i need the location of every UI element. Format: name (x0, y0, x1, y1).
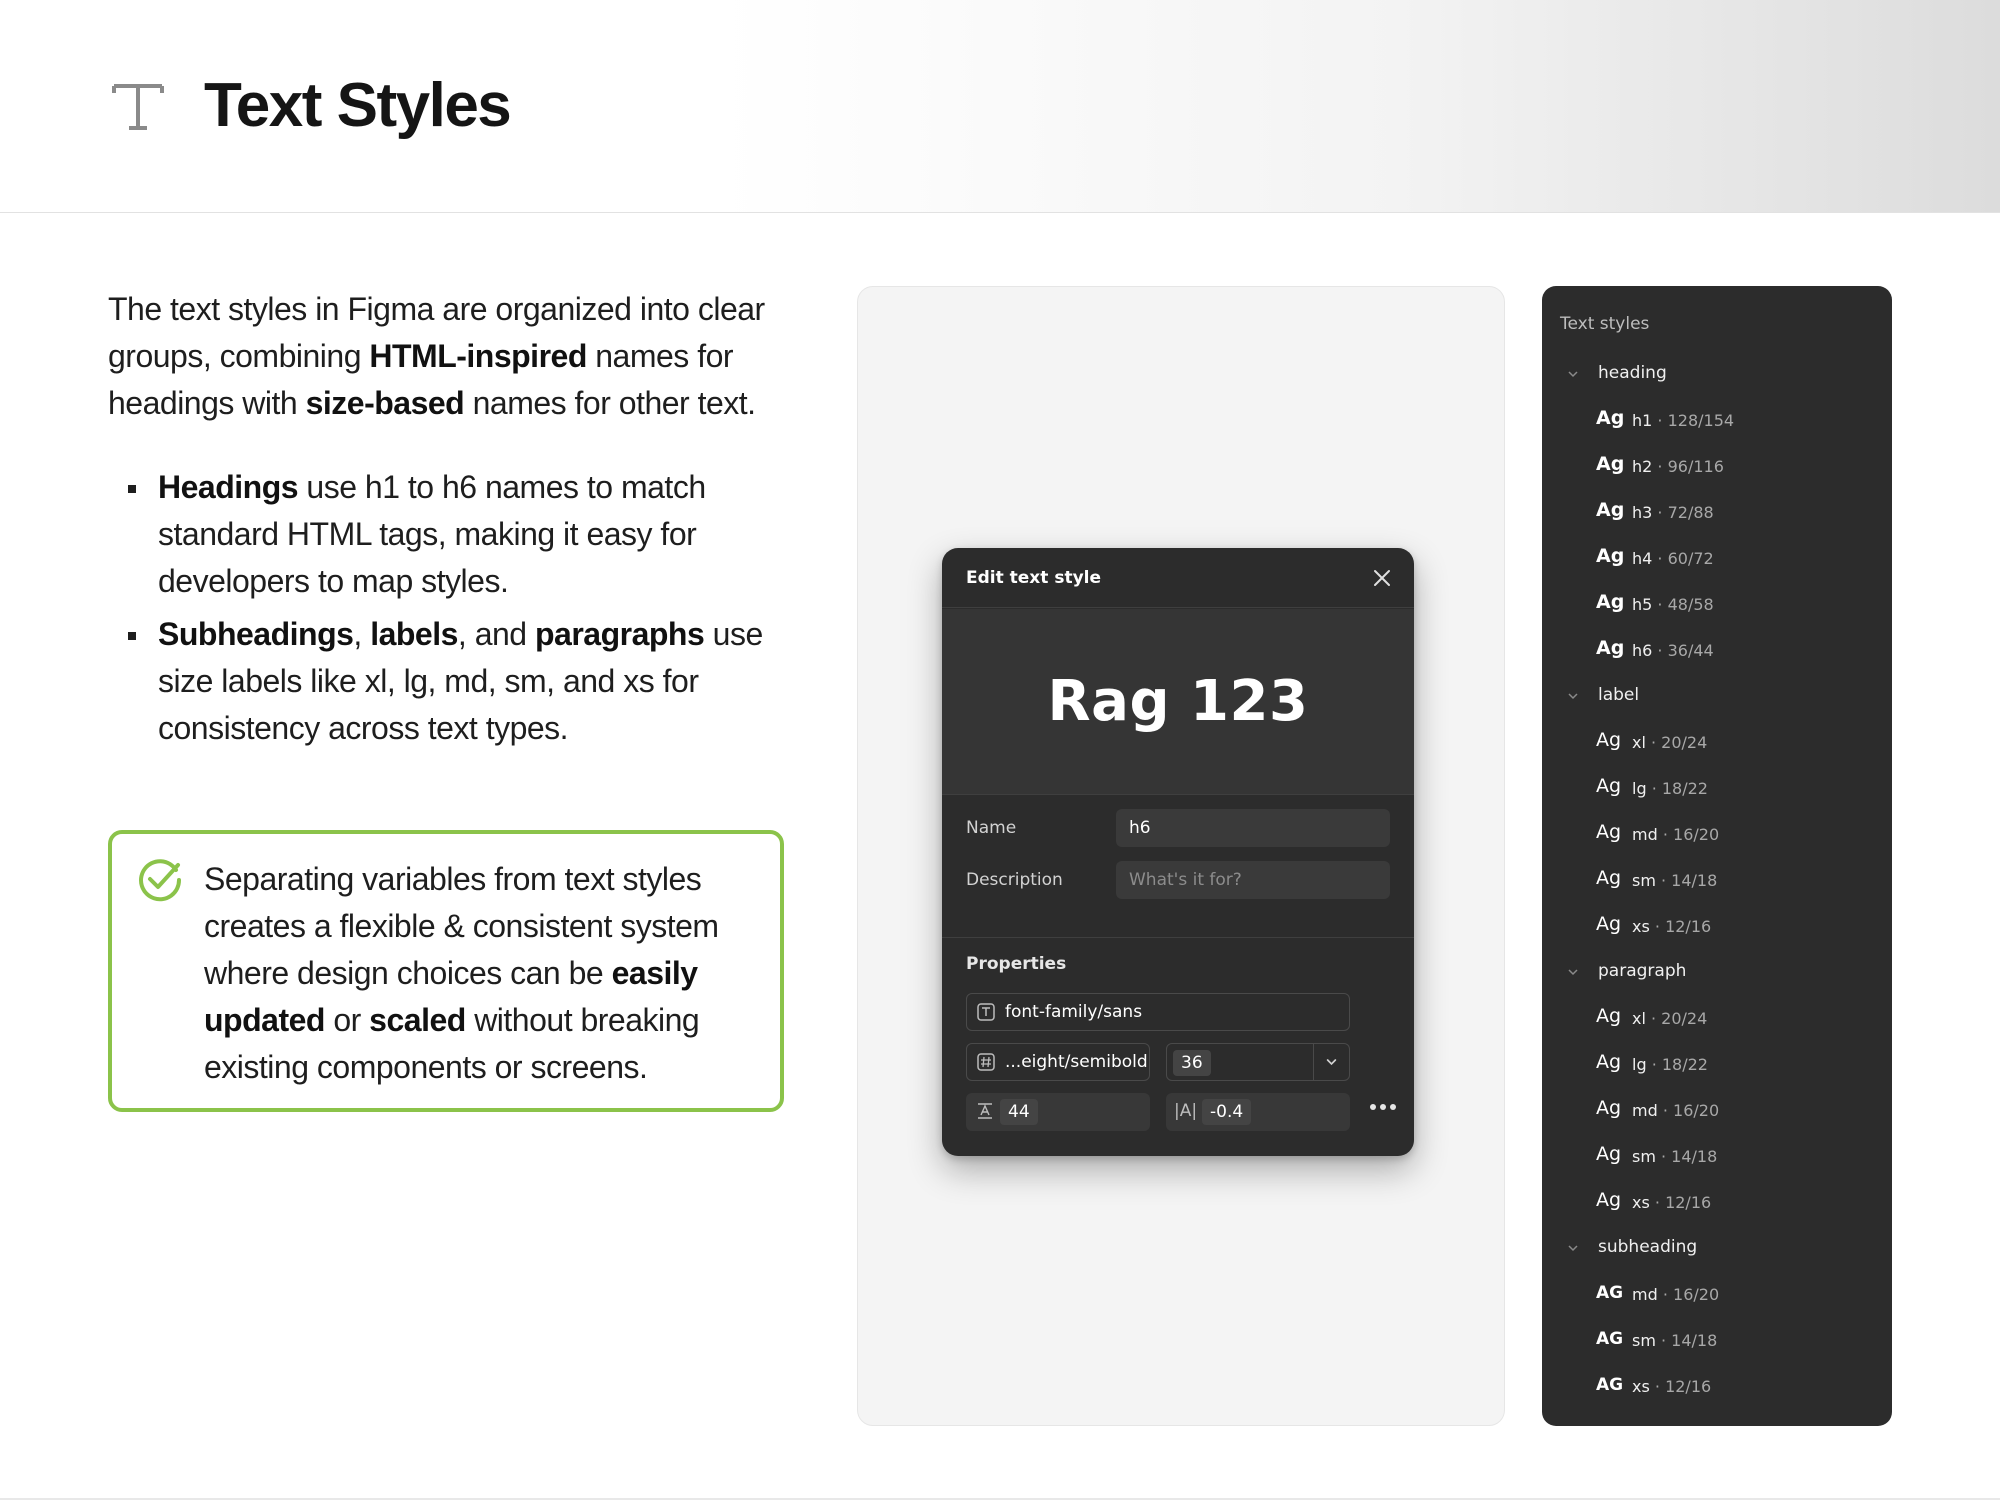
style-item[interactable]: Ag sm · 14/18 (1542, 865, 1892, 895)
text-preview: Rag 123 (942, 609, 1414, 795)
letter-spacing-icon: |A| (1174, 1101, 1198, 1121)
number-variable-icon (977, 1053, 995, 1071)
dialog-header: Edit text style (942, 548, 1414, 608)
preview-sample: Rag 123 (1047, 669, 1309, 734)
chevron-down-icon (1568, 693, 1578, 700)
chevron-down-icon (1568, 1245, 1578, 1252)
text-variable-icon (977, 1003, 995, 1021)
more-options-icon[interactable] (1368, 1097, 1398, 1117)
chevron-down-icon[interactable] (1313, 1044, 1349, 1080)
bullet-headings: Headings use h1 to h6 names to match sta… (108, 464, 808, 605)
group-heading[interactable]: heading (1542, 359, 1892, 389)
name-label: Name (966, 818, 1017, 838)
style-item[interactable]: Ag lg · 18/22 (1542, 1049, 1892, 1079)
style-item[interactable]: Ag xs · 12/16 (1542, 1187, 1892, 1217)
style-item[interactable]: AG xs · 12/16 (1542, 1371, 1892, 1401)
description-input[interactable]: What's it for? (1116, 861, 1390, 899)
style-item[interactable]: Ag h5 · 48/58 (1542, 589, 1892, 619)
bullet-list: Headings use h1 to h6 names to match sta… (108, 464, 808, 758)
properties-heading: Properties (966, 954, 1067, 974)
style-item[interactable]: Ag xl · 20/24 (1542, 727, 1892, 757)
line-height-field[interactable]: 44 (966, 1093, 1150, 1131)
font-family-field[interactable]: font-family/sans (966, 993, 1350, 1031)
group-subheading[interactable]: subheading (1542, 1233, 1892, 1263)
line-height-icon (978, 1103, 992, 1119)
style-item[interactable]: Ag h4 · 60/72 (1542, 543, 1892, 573)
style-item[interactable]: Ag xs · 12/16 (1542, 911, 1892, 941)
chevron-down-icon (1568, 371, 1578, 378)
style-item[interactable]: Ag sm · 14/18 (1542, 1141, 1892, 1171)
dialog-title: Edit text style (966, 568, 1102, 588)
divider (942, 937, 1414, 938)
group-label[interactable]: label (1542, 681, 1892, 711)
letter-spacing-field[interactable]: |A| -0.4 (1166, 1093, 1350, 1131)
chevron-down-icon (1568, 969, 1578, 976)
font-size-select[interactable]: 36 (1166, 1043, 1350, 1081)
bullet-size-labels: Subheadings, labels, and paragraphs use … (108, 611, 808, 752)
style-item[interactable]: AG md · 16/20 (1542, 1279, 1892, 1309)
close-icon[interactable] (1370, 566, 1394, 590)
tip-text: Separating variables from text styles cr… (204, 861, 719, 1085)
text-type-icon (112, 84, 164, 130)
style-item[interactable]: Ag h3 · 72/88 (1542, 497, 1892, 527)
style-item[interactable]: Ag h2 · 96/116 (1542, 451, 1892, 481)
description-label: Description (966, 870, 1063, 890)
group-paragraph[interactable]: paragraph (1542, 957, 1892, 987)
style-item[interactable]: Ag h6 · 36/44 (1542, 635, 1892, 665)
style-item[interactable]: Ag lg · 18/22 (1542, 773, 1892, 803)
style-item[interactable]: Ag md · 16/20 (1542, 1095, 1892, 1125)
style-item[interactable]: Ag xl · 20/24 (1542, 1003, 1892, 1033)
panel-title: Text styles (1560, 314, 1650, 334)
edit-text-style-dialog: Edit text style Rag 123 Name h6 Descript… (942, 548, 1414, 1156)
style-item[interactable]: Ag md · 16/20 (1542, 819, 1892, 849)
page-title: Text Styles (204, 71, 512, 140)
intro-paragraph: The text styles in Figma are organized i… (108, 291, 765, 421)
font-weight-field[interactable]: ...eight/semibold (966, 1043, 1150, 1081)
tip-callout: Separating variables from text styles cr… (108, 830, 784, 1112)
canvas-area: Edit text style Rag 123 Name h6 Descript… (857, 286, 1505, 1426)
text-styles-panel: Text styles heading Ag h1 · 128/154 Ag h2 … (1542, 286, 1892, 1426)
check-circle-icon (139, 859, 182, 902)
name-input[interactable]: h6 (1116, 809, 1390, 847)
style-item[interactable]: AG sm · 14/18 (1542, 1325, 1892, 1355)
style-item[interactable]: Ag h1 · 128/154 (1542, 405, 1892, 435)
page-header: Text Styles (0, 0, 2000, 213)
